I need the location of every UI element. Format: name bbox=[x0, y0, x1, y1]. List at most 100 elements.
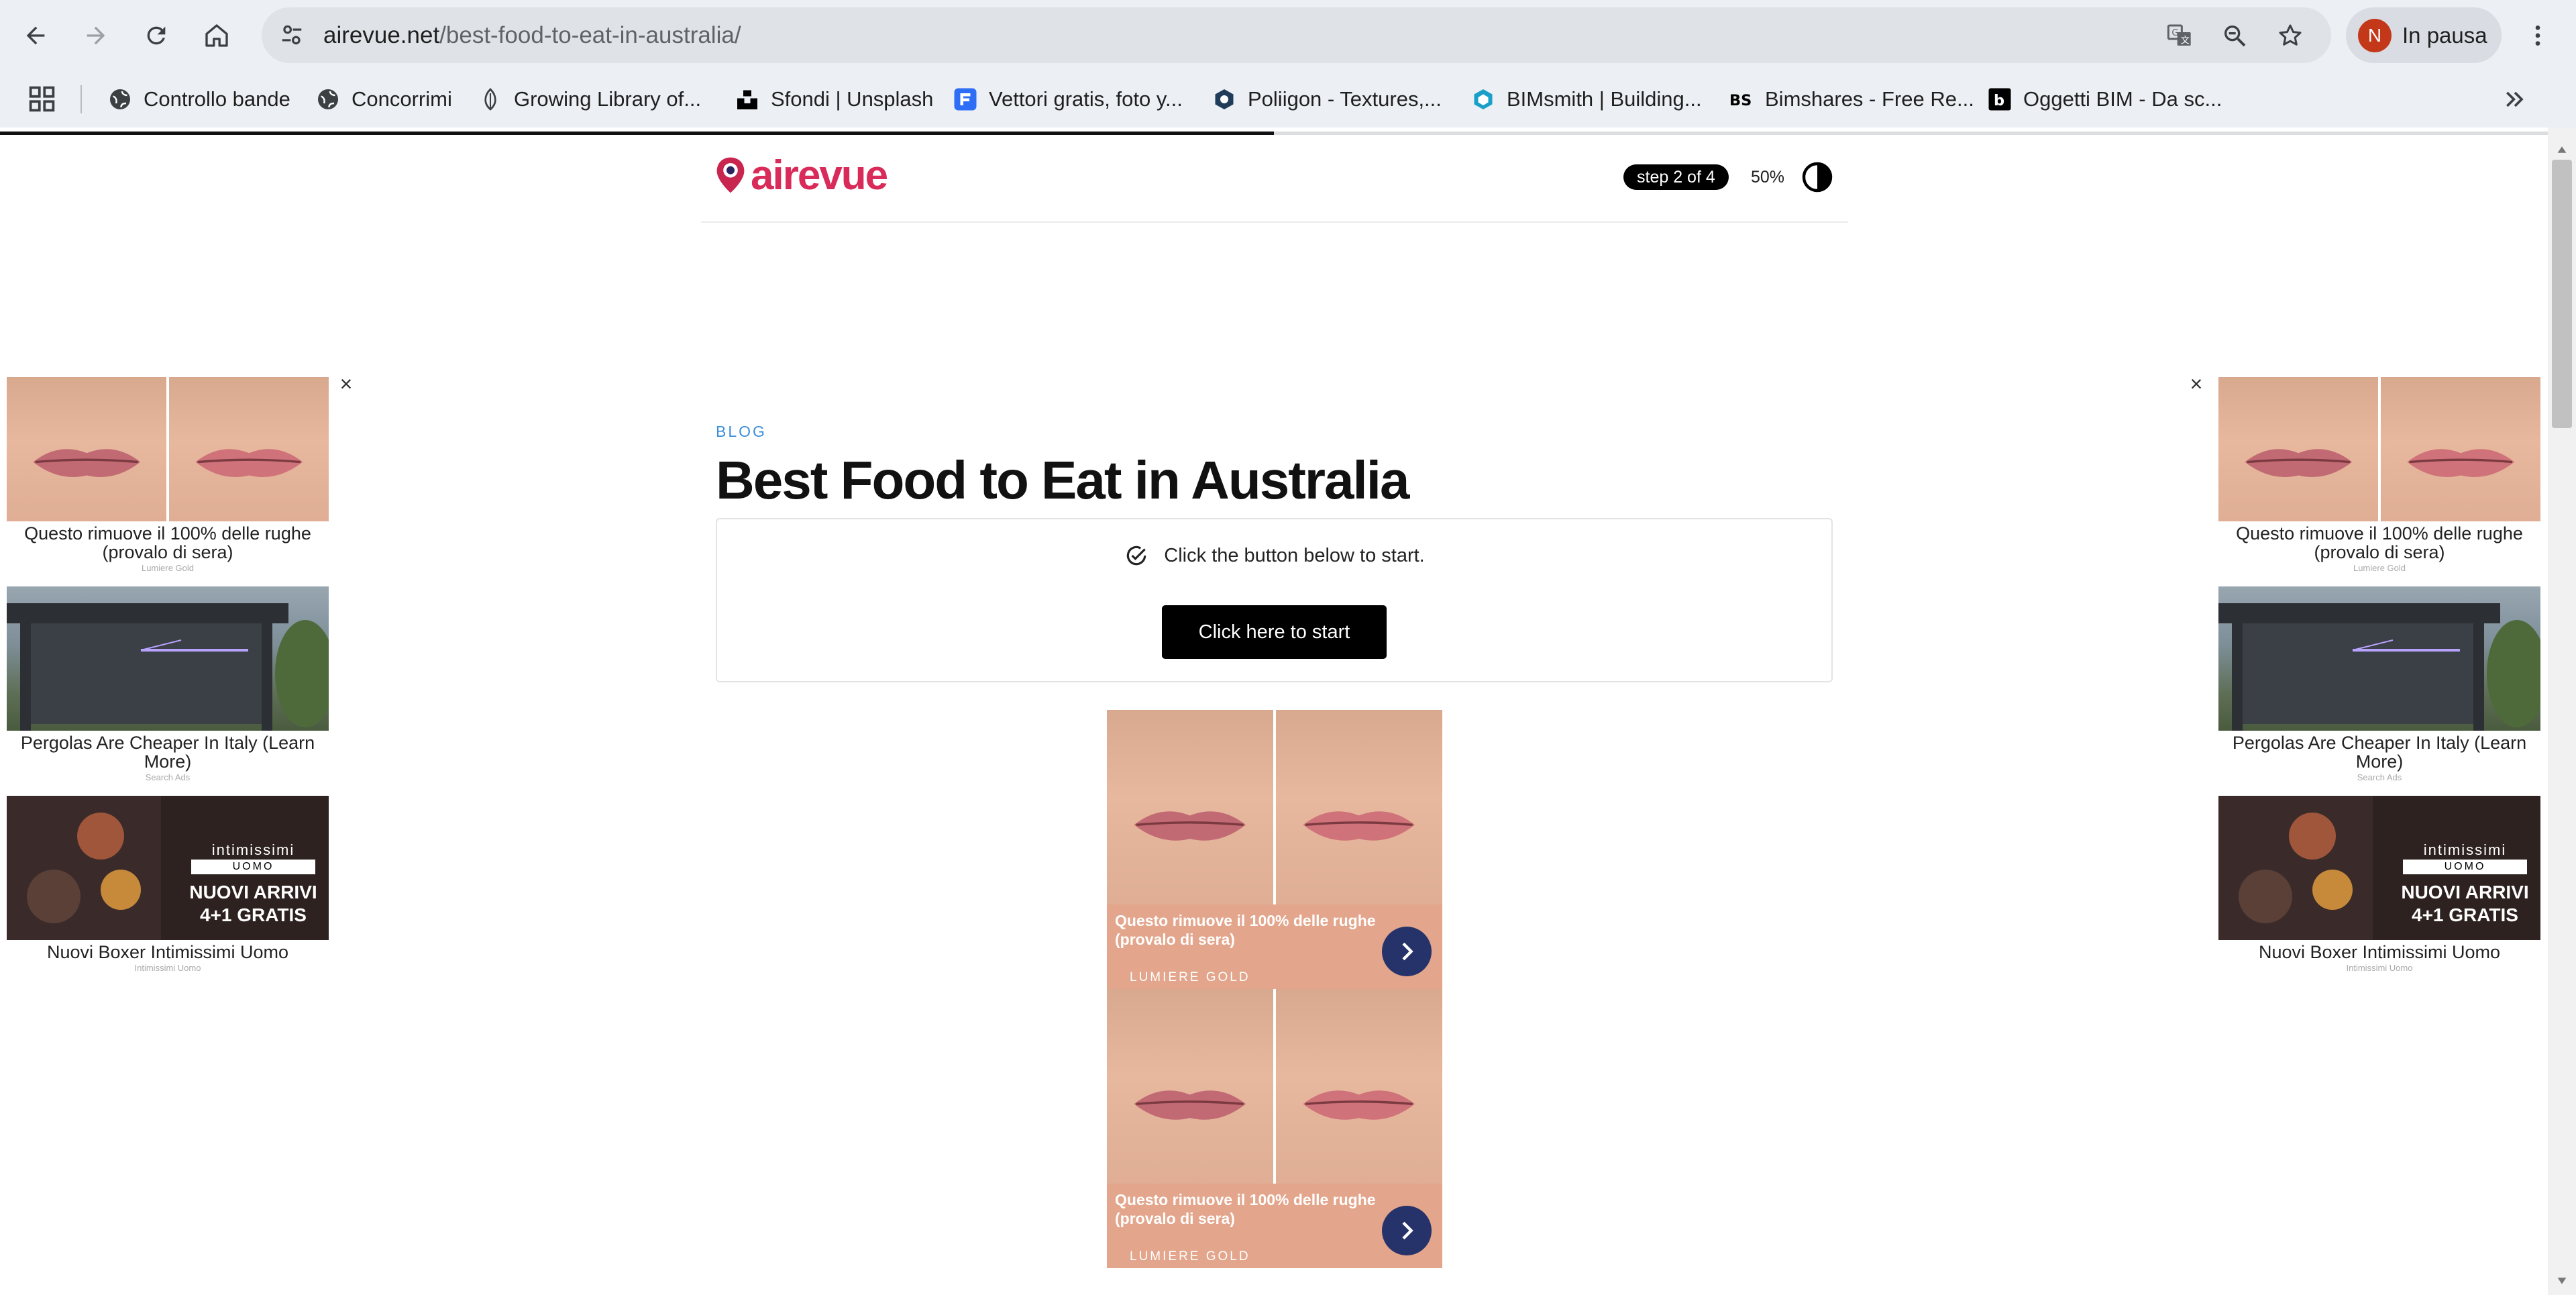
ad-card[interactable]: intimissimi UOMO NUOVI ARRIVI 4+1 GRATIS… bbox=[2218, 796, 2540, 973]
back-button[interactable] bbox=[15, 15, 56, 56]
leaf-icon bbox=[478, 87, 503, 112]
ad-sub-label: UOMO bbox=[191, 860, 315, 874]
bookmark-oggetti-bim[interactable]: b Oggetti BIM - Da sc... bbox=[1987, 70, 2222, 127]
ad-promo-line-2: 4+1 GRATIS bbox=[200, 904, 307, 925]
translate-button[interactable]: G 文 bbox=[2162, 18, 2197, 53]
check-circle-icon bbox=[1127, 546, 1146, 566]
chevron-right-icon bbox=[1402, 1221, 1413, 1240]
step-badge: step 2 of 4 bbox=[1623, 164, 1729, 190]
ad-source: Intimissimi Uomo bbox=[134, 963, 201, 973]
bimsmith-icon bbox=[1470, 87, 1496, 112]
bookmark-label: Controllo bande bbox=[144, 87, 290, 111]
close-ad-button[interactable]: × bbox=[2183, 370, 2210, 397]
bookmarks-overflow-button[interactable] bbox=[2500, 84, 2530, 115]
ad-card[interactable]: intimissimi UOMO NUOVI ARRIVI 4+1 GRATIS… bbox=[7, 796, 329, 973]
ad-card[interactable]: Pergolas Are Cheaper In Italy (Learn Mor… bbox=[7, 586, 329, 782]
bookmark-label: Sfondi | Unsplash bbox=[771, 87, 934, 111]
browser-toolbar: airevue.net/best-food-to-eat-in-australi… bbox=[0, 0, 2576, 70]
start-button[interactable]: Click here to start bbox=[1162, 605, 1387, 659]
ad-card[interactable]: Pergolas Are Cheaper In Italy (Learn Mor… bbox=[2218, 586, 2540, 782]
apps-grid-icon[interactable] bbox=[27, 84, 57, 114]
zoom-button[interactable] bbox=[2217, 18, 2252, 53]
url-text[interactable]: airevue.net/best-food-to-eat-in-australi… bbox=[323, 7, 741, 63]
site-info-button[interactable] bbox=[271, 14, 313, 56]
star-icon bbox=[2279, 24, 2302, 46]
bookmark-poliigon[interactable]: Poliigon - Textures,... bbox=[1212, 70, 1442, 127]
reload-button[interactable] bbox=[136, 15, 177, 56]
bim-objects-icon: b bbox=[1987, 87, 2012, 112]
bookmarks-bar: Controllo bande Concorrimi Growing Libra… bbox=[0, 70, 2576, 127]
ad-source: Lumiere Gold bbox=[141, 563, 195, 573]
start-hint: Click the button below to start. bbox=[717, 543, 1831, 568]
globe-icon bbox=[107, 87, 133, 112]
forward-arrow-icon bbox=[87, 26, 105, 45]
tune-icon bbox=[282, 25, 302, 45]
url-path: /best-food-to-eat-in-australia/ bbox=[439, 22, 741, 48]
ad-sub-label: UOMO bbox=[2403, 860, 2527, 874]
ad-image-pergola bbox=[7, 586, 329, 731]
address-bar[interactable]: airevue.net/best-food-to-eat-in-australi… bbox=[262, 7, 2331, 63]
ad-title: Nuovi Boxer Intimissimi Uomo bbox=[2258, 942, 2501, 962]
center-ad-unit[interactable]: Questo rimuove il 100% delle rughe (prov… bbox=[1107, 989, 1442, 1268]
ad-promo-line-1: NUOVI ARRIVI bbox=[189, 882, 317, 902]
home-icon bbox=[205, 24, 228, 47]
bookmark-label: Vettori gratis, foto y... bbox=[989, 87, 1183, 111]
close-icon: × bbox=[339, 371, 353, 396]
bookmark-controllo-bande[interactable]: Controllo bande bbox=[107, 70, 290, 127]
ad-brand-label: intimissimi bbox=[211, 841, 295, 858]
progress-percent: 50% bbox=[1751, 168, 1785, 187]
home-button[interactable] bbox=[196, 15, 237, 56]
ad-brand-label: intimissimi bbox=[2423, 841, 2507, 858]
bookmark-concorrimi[interactable]: Concorrimi bbox=[315, 70, 452, 127]
scrollbar-thumb[interactable] bbox=[2552, 160, 2572, 428]
bookmark-bimshares[interactable]: BS Bimshares - Free Re... bbox=[1729, 70, 1974, 127]
close-ad-button[interactable]: × bbox=[333, 370, 360, 397]
location-pin-logo-icon bbox=[716, 157, 745, 193]
ad-image-lips bbox=[2218, 377, 2540, 521]
contrast-toggle-icon[interactable] bbox=[1801, 161, 1833, 193]
double-chevron-right-icon bbox=[2506, 91, 2524, 107]
page-title: Best Food to Eat in Australia bbox=[716, 450, 1409, 510]
chevron-right-icon bbox=[1402, 942, 1413, 961]
ad-image-lips bbox=[1107, 710, 1442, 904]
center-ad[interactable]: Questo rimuove il 100% delle rughe (prov… bbox=[1107, 710, 1442, 1268]
bimshares-icon: BS bbox=[1729, 87, 1754, 112]
ad-title: Questo rimuove il 100% delle rughe (prov… bbox=[2236, 523, 2523, 562]
scroll-down-button[interactable] bbox=[2548, 1267, 2576, 1295]
ad-card[interactable]: Questo rimuove il 100% delle rughe (prov… bbox=[2218, 377, 2540, 573]
ad-title: Nuovi Boxer Intimissimi Uomo bbox=[46, 942, 289, 962]
ad-arrow-button[interactable] bbox=[1382, 927, 1432, 976]
ad-title: Pergolas Are Cheaper In Italy (Learn Mor… bbox=[20, 733, 315, 772]
start-hint-text: Click the button below to start. bbox=[1164, 544, 1425, 566]
page-scrollbar[interactable] bbox=[2548, 127, 2576, 1295]
svg-text:b: b bbox=[1994, 92, 2004, 109]
ad-title: Questo rimuove il 100% delle rughe (prov… bbox=[1115, 1191, 1376, 1227]
bookmark-star-button[interactable] bbox=[2273, 18, 2308, 53]
ad-promo-line-2: 4+1 GRATIS bbox=[2412, 904, 2518, 925]
forward-button[interactable] bbox=[75, 15, 117, 56]
site-logo[interactable]: airevue bbox=[714, 152, 888, 199]
logo-text: airevue bbox=[751, 152, 888, 199]
ad-arrow-button[interactable] bbox=[1382, 1206, 1432, 1255]
bookmark-label: Oggetti BIM - Da sc... bbox=[2023, 87, 2222, 111]
browser-menu-button[interactable] bbox=[2517, 15, 2559, 56]
bookmark-unsplash[interactable]: Sfondi | Unsplash bbox=[735, 70, 933, 127]
ad-title: Pergolas Are Cheaper In Italy (Learn Mor… bbox=[2232, 733, 2527, 772]
ad-image-lips bbox=[1107, 989, 1442, 1184]
bookmark-freepik[interactable]: Vettori gratis, foto y... bbox=[953, 70, 1183, 127]
ad-brand: LUMIERE GOLD bbox=[1130, 1249, 1250, 1263]
bookmark-growing-library[interactable]: Growing Library of... bbox=[478, 70, 701, 127]
ad-card[interactable]: Questo rimuove il 100% delle rughe (prov… bbox=[7, 377, 329, 573]
bookmark-label: Concorrimi bbox=[352, 87, 452, 111]
svg-text:G: G bbox=[2171, 28, 2178, 38]
bookmark-label: BIMsmith | Building... bbox=[1507, 87, 1702, 111]
unsplash-icon bbox=[735, 87, 760, 112]
bookmark-bimsmith[interactable]: BIMsmith | Building... bbox=[1470, 70, 1702, 127]
profile-button[interactable]: N In pausa bbox=[2346, 7, 2502, 63]
category-kicker[interactable]: BLOG bbox=[716, 423, 767, 441]
ad-image-lips bbox=[7, 377, 329, 521]
ad-image-boxer: intimissimi UOMO NUOVI ARRIVI 4+1 GRATIS bbox=[7, 796, 329, 940]
center-ad-unit[interactable]: Questo rimuove il 100% delle rughe (prov… bbox=[1107, 710, 1442, 989]
svg-text:文: 文 bbox=[2181, 36, 2190, 46]
ad-brand: LUMIERE GOLD bbox=[1130, 970, 1250, 984]
